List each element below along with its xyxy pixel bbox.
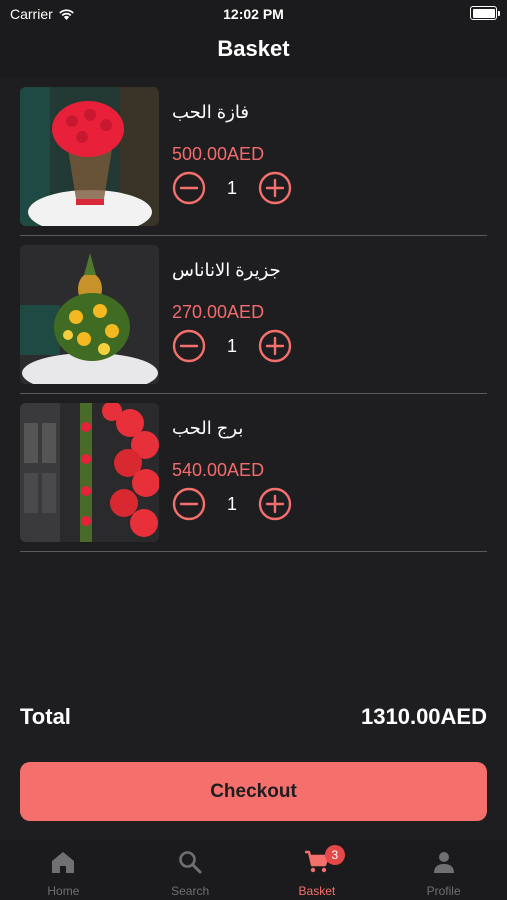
quantity-value: 1 (226, 177, 237, 198)
search-icon (179, 851, 202, 874)
battery-icon (470, 6, 500, 20)
product-image[interactable] (20, 245, 159, 384)
home-icon (52, 852, 75, 873)
quantity-value: 1 (226, 335, 237, 356)
product-image[interactable] (20, 403, 159, 542)
tab-label: Home (47, 884, 80, 898)
total-value: 1310.00AED (361, 704, 487, 729)
page-title: Basket (217, 36, 290, 61)
tab-bar: Home Search 3 Basket Profile (0, 840, 507, 900)
increase-button[interactable] (258, 487, 292, 521)
tab-home[interactable]: Home (0, 840, 127, 900)
basket-item: جزيرة الاناناس 270.00AED 1 (20, 236, 487, 394)
checkout-button[interactable]: Checkout (20, 762, 487, 821)
status-time: 12:02 PM (223, 6, 284, 22)
tab-profile[interactable]: Profile (380, 840, 507, 900)
product-name: برج الحب (172, 418, 244, 438)
tab-search[interactable]: Search (127, 840, 254, 900)
person-icon (433, 852, 454, 873)
item-divider (20, 550, 487, 552)
quantity-stepper: 1 (172, 328, 292, 364)
basket-item: فازة الحب 500.00AED 1 (20, 78, 487, 236)
quantity-value: 1 (226, 493, 237, 514)
tab-label: Profile (426, 884, 461, 898)
tab-basket[interactable]: 3 Basket (254, 840, 381, 900)
total-row: Total 1310.00AED (20, 704, 487, 734)
tab-label: Basket (298, 884, 336, 898)
basket-item: برج الحب 540.00AED 1 (20, 394, 487, 552)
total-label: Total (20, 704, 71, 729)
decrease-button[interactable] (172, 329, 206, 363)
quantity-stepper: 1 (172, 486, 292, 522)
cart-count-badge: 3 (324, 845, 345, 865)
product-price: 270.00AED (172, 302, 265, 322)
product-image[interactable] (20, 87, 159, 226)
decrease-button[interactable] (172, 171, 206, 205)
quantity-stepper: 1 (172, 170, 292, 206)
product-name: جزيرة الاناناس (172, 260, 281, 280)
product-price: 540.00AED (172, 460, 265, 480)
product-price: 500.00AED (172, 144, 265, 164)
increase-button[interactable] (258, 171, 292, 205)
product-name: فازة الحب (172, 102, 249, 122)
status-bar: Carrier 12:02 PM (0, 0, 507, 28)
decrease-button[interactable] (172, 487, 206, 521)
increase-button[interactable] (258, 329, 292, 363)
basket-list[interactable]: فازة الحب 500.00AED 1 جزيرة الاناناس 270… (0, 78, 507, 688)
tab-label: Search (171, 884, 210, 898)
